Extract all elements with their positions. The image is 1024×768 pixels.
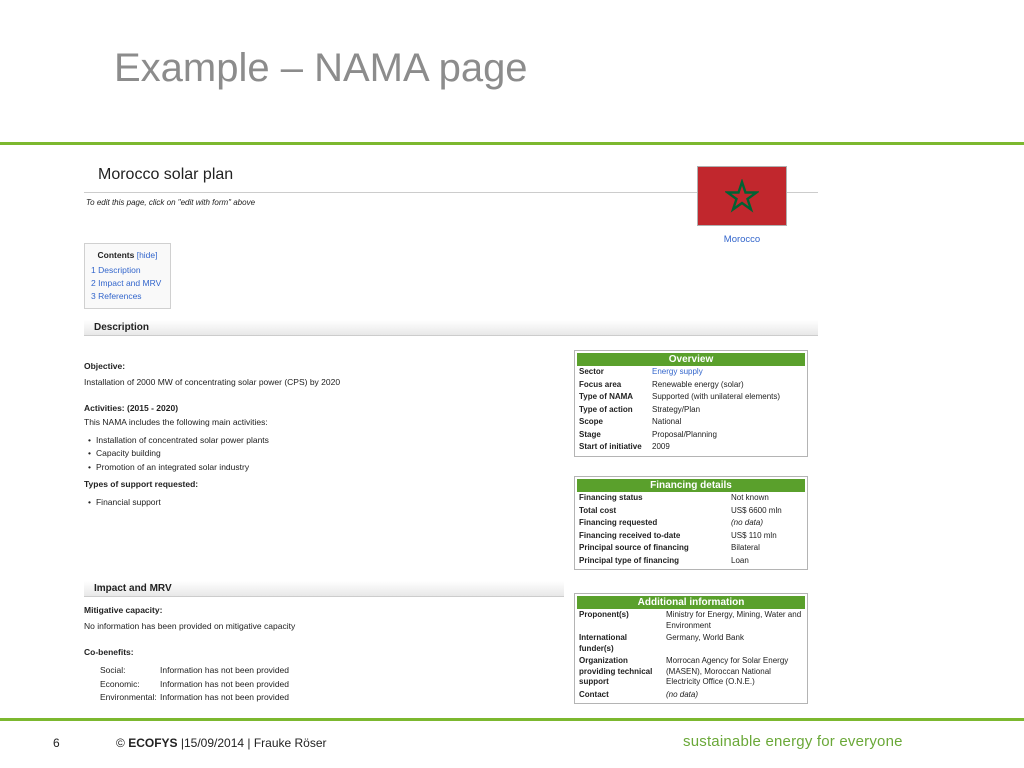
mitigative-text: No information has been provided on miti…	[84, 621, 296, 631]
overview-box: Overview Sector Energy supply Focus area R…	[574, 350, 808, 457]
morocco-flag-icon	[697, 166, 787, 226]
table-row: Principal source of financing Bilateral	[579, 543, 760, 552]
cobenefit-row: Social: Information has not been provided	[100, 665, 290, 675]
sector-link[interactable]: Energy supply	[650, 366, 805, 379]
objective-text: Installation of 2000 MW of concentrating…	[84, 377, 341, 387]
activity-item: Promotion of an integrated solar industr…	[88, 461, 249, 474]
table-row: Scope National	[579, 417, 682, 426]
table-row: Contact (no data)	[579, 689, 699, 699]
support-item: Financial support	[88, 496, 161, 509]
top-divider	[0, 142, 1024, 145]
nama-page-screenshot: Morocco solar plan To edit this page, cl…	[84, 150, 818, 712]
table-row: Financing status Not known	[579, 493, 769, 502]
toc-title: Contents	[97, 250, 135, 260]
footer-credit: © ECOFYS |15/09/2014 | Frauke Röser	[116, 736, 327, 750]
activity-item: Installation of concentrated solar power…	[88, 434, 269, 447]
toc-item-references[interactable]: 3 References	[91, 290, 164, 303]
bottom-divider	[0, 718, 1024, 721]
table-row: Proponent(s) Ministry for Energy, Mining,…	[579, 610, 802, 630]
toc-item-description[interactable]: 1 Description	[91, 264, 164, 277]
slide-title: Example – NAMA page	[114, 46, 528, 90]
mitigative-label: Mitigative capacity:	[84, 605, 163, 615]
table-row: Financing requested (no data)	[579, 518, 764, 527]
flag-caption-link[interactable]: Morocco	[697, 234, 787, 245]
brand-name: ECOFYS	[128, 736, 178, 750]
table-row: Type of action Strategy/Plan	[579, 404, 701, 414]
support-label: Types of support requested:	[84, 479, 199, 489]
additional-title: Additional information	[577, 596, 805, 609]
overview-title: Overview	[577, 353, 805, 366]
cobenefit-row: Environmental: Information has not been p…	[100, 692, 290, 702]
financing-box: Financing details Financing status Not kn…	[574, 476, 808, 570]
toc-item-impact[interactable]: 2 Impact and MRV	[91, 277, 164, 290]
footer-tagline: sustainable energy for everyone	[683, 733, 903, 750]
table-of-contents: Contents [hide] 1 Description 2 Impact a…	[84, 243, 171, 309]
financing-title: Financing details	[577, 479, 805, 492]
table-row: Sector Energy supply	[577, 366, 805, 379]
objective-label: Objective:	[84, 361, 126, 371]
table-row: Type of NAMA Supported (with unilateral e…	[579, 392, 781, 401]
activities-intro: This NAMA includes the following main ac…	[84, 417, 268, 427]
section-header-impact: Impact and MRV	[84, 581, 564, 597]
page-heading: Morocco solar plan	[98, 166, 234, 183]
cobenefit-row: Economic: Information has not been provid…	[100, 678, 290, 689]
table-row: Focus area Renewable energy (solar)	[579, 379, 744, 389]
activities-label: Activities: (2015 - 2020)	[84, 403, 179, 413]
table-row: Principal type of financing Loan	[579, 555, 749, 565]
table-row: Organization providing technical support…	[579, 656, 789, 686]
table-row: Stage Proposal/Planning	[579, 429, 717, 439]
copyright-symbol: ©	[116, 736, 125, 750]
additional-info-box: Additional information Proponent(s) Minis…	[574, 593, 808, 704]
slide-number: 6	[53, 736, 60, 750]
table-row: Start of initiative 2009	[579, 442, 670, 451]
table-row: Financing received to-date US$ 110 mln	[579, 530, 777, 540]
table-row: International funder(s) Germany, World Ba…	[579, 633, 744, 653]
activity-item: Capacity building	[88, 447, 161, 460]
table-row: Total cost US$ 6600 mln	[579, 505, 782, 515]
cobenefits-label: Co-benefits:	[84, 647, 134, 657]
section-header-description: Description	[84, 320, 818, 336]
toc-hide-link[interactable]: [hide]	[137, 250, 158, 260]
footer-meta: |15/09/2014 | Frauke Röser	[180, 736, 327, 750]
cobenefits-list: Social: Information has not been provided…	[100, 664, 289, 705]
edit-note: To edit this page, click on "edit with f…	[86, 198, 256, 207]
